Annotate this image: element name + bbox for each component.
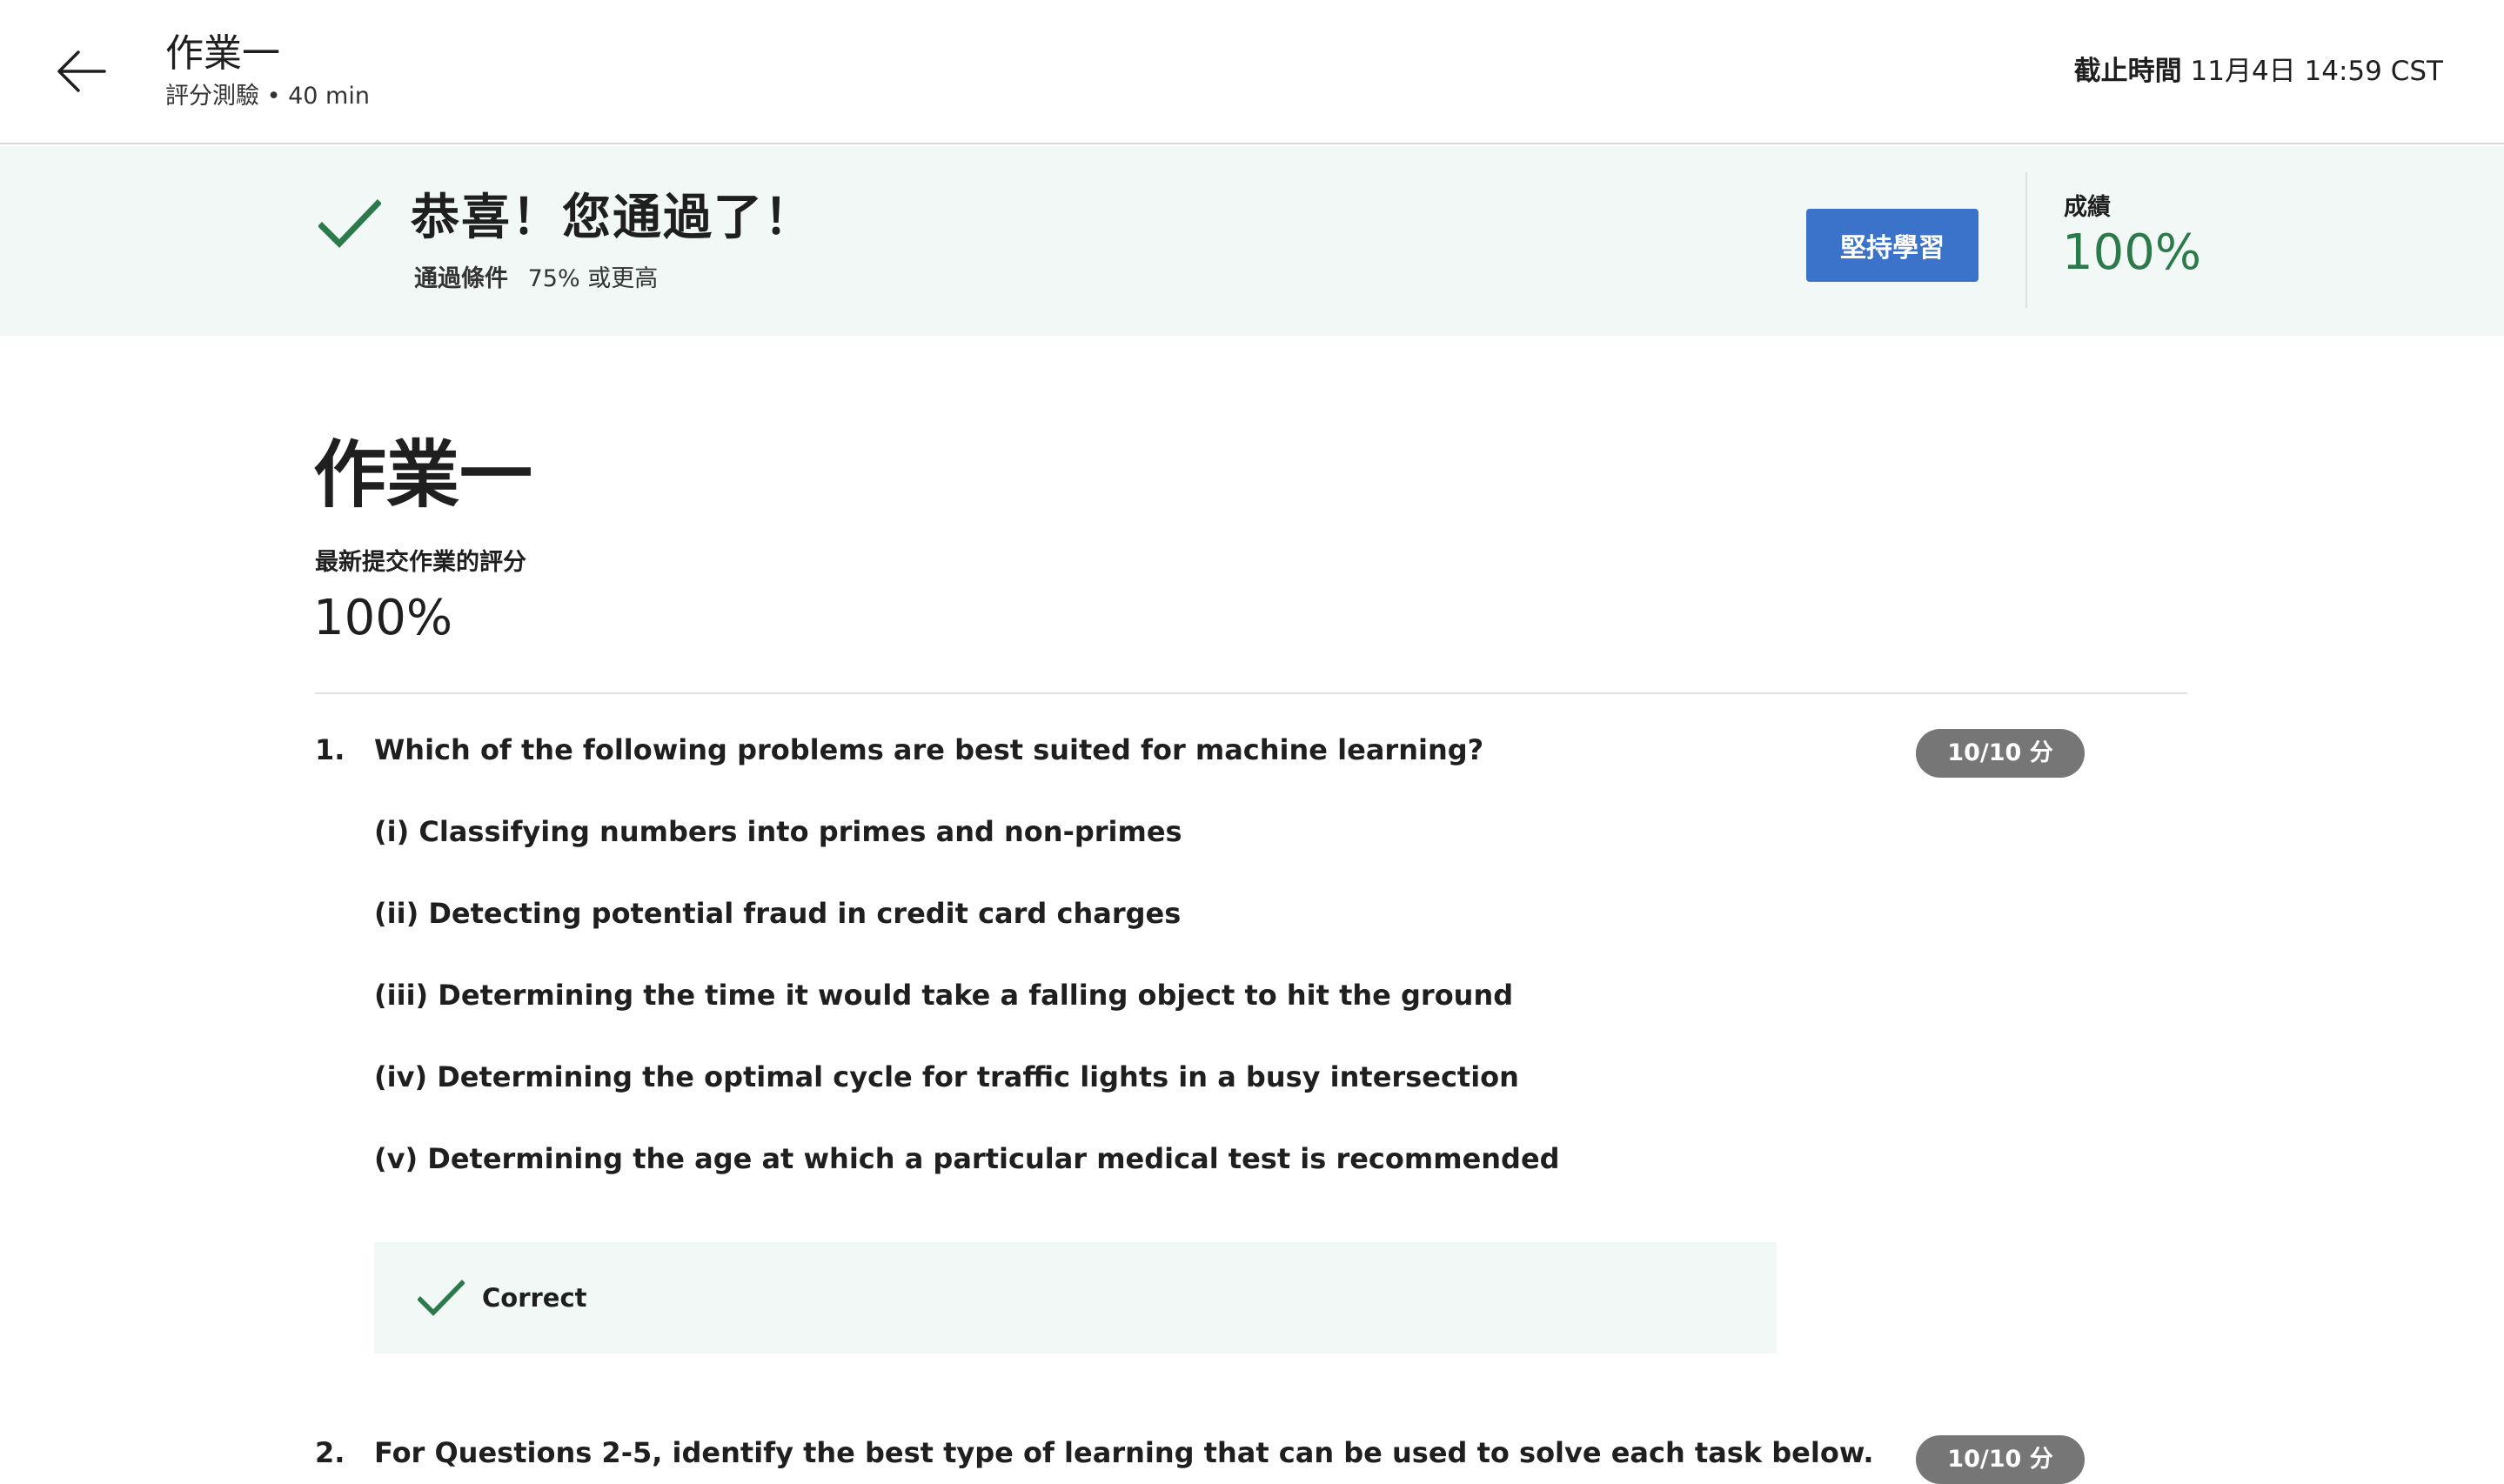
deadline-value: 11月4日 14:59 CST	[2190, 56, 2443, 87]
pass-condition-value: 75% 或更高	[527, 265, 659, 292]
grade-label: 成績	[2064, 194, 2111, 221]
question-option: (iv) Determining the optimal cycle for t…	[374, 1060, 1519, 1093]
question-number: 2.	[315, 1436, 345, 1469]
assignment-subtitle: 評分測驗 • 40 min	[165, 83, 370, 110]
latest-grade-value: 100%	[313, 590, 453, 646]
divider	[315, 692, 2187, 694]
pass-condition: 通過條件 75% 或更高	[414, 264, 658, 294]
banner-divider	[2025, 172, 2027, 308]
check-icon	[417, 1279, 465, 1317]
congrats-message: 恭喜！您通過了！	[411, 190, 814, 246]
pass-banner: 恭喜！您通過了！ 通過條件 75% 或更高 堅持學習 成績 100%	[0, 146, 2504, 336]
question-text: For Questions 2-5, identify the best typ…	[374, 1436, 1874, 1469]
question-option: (i) Classifying numbers into primes and …	[374, 815, 1182, 848]
arrow-left-icon	[57, 50, 106, 92]
feedback-text: Correct	[482, 1283, 587, 1313]
top-header: 作業一 評分測驗 • 40 min 截止時間 11月4日 14:59 CST	[0, 0, 2504, 144]
score-badge: 10/10 分	[1916, 729, 2085, 778]
keep-learning-button[interactable]: 堅持學習	[1806, 209, 1978, 282]
score-badge: 10/10 分	[1916, 1435, 2085, 1484]
question-option: (iii) Determining the time it would take…	[374, 979, 1514, 1012]
back-button[interactable]	[54, 43, 110, 99]
feedback-correct: Correct	[374, 1242, 1777, 1354]
pass-condition-label: 通過條件	[414, 265, 508, 292]
question-option: (v) Determining the age at which a parti…	[374, 1142, 1560, 1175]
assignment-title: 作業一	[165, 31, 280, 76]
question-option: (ii) Detecting potential fraud in credit…	[374, 897, 1182, 930]
deadline: 截止時間 11月4日 14:59 CST	[2074, 54, 2443, 89]
grade-value: 100%	[2062, 224, 2202, 281]
page-title: 作業一	[313, 432, 533, 518]
deadline-label: 截止時間	[2073, 56, 2182, 87]
question-number: 1.	[315, 733, 345, 766]
check-icon	[318, 198, 382, 251]
question-text: Which of the following problems are best…	[374, 733, 1484, 766]
latest-grade-label: 最新提交作業的評分	[315, 549, 526, 576]
